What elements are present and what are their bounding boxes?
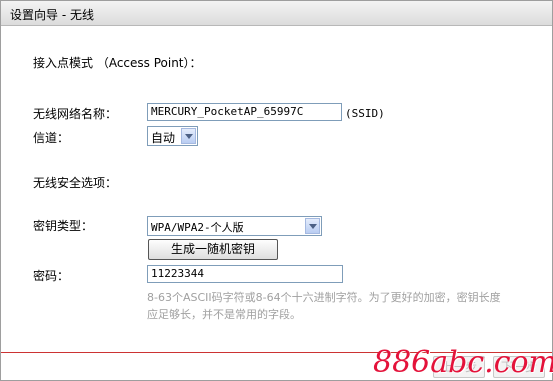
ssid-label: 无线网络名称： — [33, 107, 118, 121]
key-hint-line-1: 8-63个ASCII码字符或8-64个十六进制字符。为了更好的加密，密钥长度 — [147, 291, 501, 304]
channel-label: 信道： — [33, 131, 70, 145]
title-bar: 设置向导 - 无线 — [1, 1, 552, 26]
channel-select-value: 自动 — [151, 131, 176, 145]
key-type-select[interactable]: WPA/WPA2-个人版 — [147, 216, 322, 236]
key-type-select-value: WPA/WPA2-个人版 — [151, 221, 244, 234]
chevron-down-icon[interactable] — [305, 218, 320, 234]
window-title: 设置向导 - 无线 — [10, 8, 94, 22]
generate-key-button[interactable]: 生成一随机密钥 — [148, 239, 278, 260]
channel-select[interactable]: 自动 — [147, 126, 198, 146]
security-heading: 无线安全选项： — [33, 176, 118, 190]
key-hint-line-2: 应足够长，并不是常用的字段。 — [147, 308, 301, 321]
wizard-window: 设置向导 - 无线 接入点模式 （Access Point）： 无线网络名称： … — [0, 0, 553, 381]
ssid-input[interactable]: MERCURY_PocketAP_65997C — [147, 103, 342, 121]
key-type-label: 密钥类型： — [33, 219, 94, 233]
ssid-suffix: (SSID) — [345, 107, 385, 120]
chevron-down-icon[interactable] — [181, 128, 196, 144]
mode-heading: 接入点模式 （Access Point）： — [33, 56, 202, 70]
site-watermark: 886abc.com — [373, 345, 553, 380]
password-label: 密码： — [33, 269, 70, 283]
password-input[interactable]: 11223344 — [147, 265, 343, 283]
